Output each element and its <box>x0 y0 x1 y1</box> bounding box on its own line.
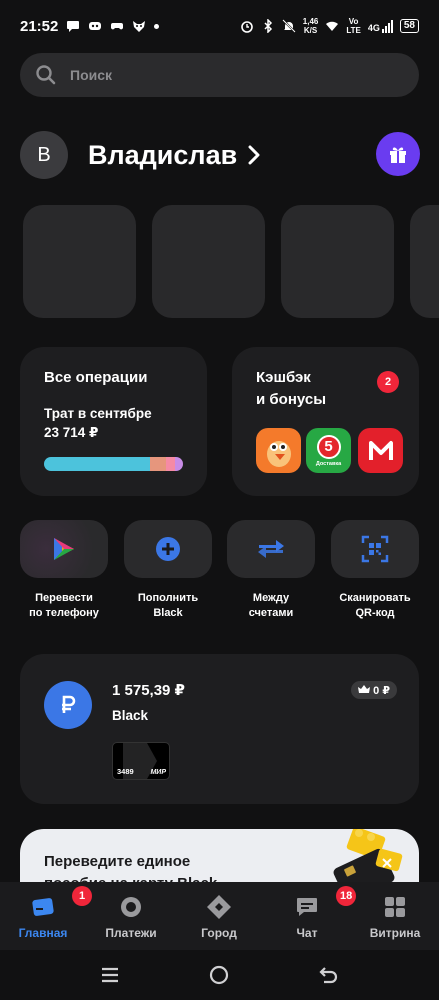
operations-title: Все операции <box>44 369 148 386</box>
profile-header: В Владислав <box>20 130 420 180</box>
profile-name-link[interactable]: Владислав <box>88 140 261 171</box>
payments-icon <box>121 897 141 917</box>
mir-logo: МИР <box>150 769 166 776</box>
gift-button[interactable] <box>376 132 420 176</box>
bluetooth-icon <box>264 19 272 33</box>
tab-payments[interactable]: Платежи <box>91 894 171 940</box>
story-tile[interactable] <box>152 205 265 318</box>
operations-card[interactable]: Все операции Трат в сентябре 23 714 ₽ <box>20 347 207 496</box>
card-last-digits: 3489 <box>117 767 134 776</box>
cashback-title: Кэшбэк и бонусы <box>256 369 326 408</box>
bird-partner-logo[interactable] <box>256 428 301 473</box>
pyaterochka-logo[interactable]: 5 Доставка <box>306 428 351 473</box>
tab-label: Главная <box>18 926 68 940</box>
spending-label: Трат в сентябре <box>44 406 152 421</box>
search-bar[interactable] <box>20 53 419 97</box>
chevron-right-icon <box>248 145 260 165</box>
showcase-icon <box>385 897 405 917</box>
crown-icon <box>358 685 371 693</box>
spending-bar-segment <box>166 457 175 471</box>
spending-amount: 23 714 ₽ <box>44 425 99 440</box>
tab-home[interactable]: 1 Главная <box>3 886 92 940</box>
bank-card-thumbnail[interactable]: 3489 МИР <box>112 742 170 780</box>
menu-icon[interactable] <box>99 964 121 986</box>
tab-label: Платежи <box>105 926 157 940</box>
cashback-card[interactable]: Кэшбэк и бонусы 2 5 Доставка <box>232 347 419 496</box>
account-name: Black <box>112 708 149 723</box>
system-navigation-bar <box>0 950 439 1000</box>
spending-bar-segment <box>149 457 167 471</box>
between-accounts-button[interactable]: Между счетами <box>226 520 316 621</box>
quick-action-label: Сканировать QR-код <box>339 592 411 619</box>
gift-icon <box>390 147 406 163</box>
search-input[interactable] <box>70 67 370 83</box>
back-icon[interactable] <box>318 964 340 986</box>
quick-action-label: Между счетами <box>248 592 294 619</box>
tab-showcase[interactable]: Витрина <box>355 894 435 940</box>
transfer-by-phone-button[interactable]: Перевести по телефону <box>19 520 109 621</box>
volte-indicator: Vo LTE <box>346 17 361 35</box>
search-icon <box>36 65 56 85</box>
story-tile[interactable] <box>23 205 136 318</box>
home-circle-icon[interactable] <box>208 964 230 986</box>
ruble-icon <box>44 681 92 729</box>
magnit-logo[interactable] <box>358 428 403 473</box>
spending-bar-segment <box>44 457 150 471</box>
dot-icon <box>154 23 160 29</box>
story-tile[interactable] <box>410 205 439 318</box>
fox-icon <box>133 21 146 32</box>
stories-carousel[interactable] <box>23 205 439 318</box>
wifi-icon <box>326 21 339 31</box>
quick-action-label: Перевести по телефону <box>29 592 99 619</box>
mute-bell-icon <box>282 19 296 33</box>
scan-qr-button[interactable]: Сканировать QR-код <box>330 520 420 621</box>
black-account-card[interactable]: 1 575,39 ₽ Black 0 ₽ 3489 МИР <box>20 654 419 804</box>
bottom-navigation: 1 Главная Платежи Город 18 Чат Витрина <box>0 882 439 950</box>
tab-chat[interactable]: 18 Чат <box>267 886 357 940</box>
battery-indicator: 58 <box>399 19 419 33</box>
account-balance: 1 575,39 ₽ <box>112 682 185 699</box>
transfer-arrows-icon <box>258 540 284 558</box>
qr-scan-icon <box>361 535 389 563</box>
alarm-icon <box>240 21 253 33</box>
top-up-black-button[interactable]: Пополнить Black <box>123 520 213 621</box>
avatar[interactable]: В <box>20 131 68 179</box>
message-icon <box>67 21 80 32</box>
chat-badge: 18 <box>336 886 357 906</box>
home-card-icon <box>32 898 54 916</box>
discord-icon <box>89 22 102 30</box>
chat-icon <box>297 898 317 916</box>
city-icon <box>207 895 231 919</box>
net-speed: 1,46 K/S <box>302 17 319 35</box>
tab-city[interactable]: Город <box>179 894 259 940</box>
home-badge: 1 <box>72 886 92 906</box>
status-bar: 21:52 1,46 K/S Vo LTE 4G 58 <box>0 0 439 52</box>
plus-circle-icon <box>156 537 180 561</box>
clock: 21:52 <box>20 17 59 35</box>
sbp-icon <box>54 538 74 560</box>
spending-bar <box>44 457 183 471</box>
signal-icon: 4G <box>368 19 393 33</box>
cashback-pill: 0 ₽ <box>351 681 397 699</box>
tab-label: Чат <box>296 926 318 940</box>
cashback-badge: 2 <box>377 371 399 393</box>
story-tile[interactable] <box>281 205 394 318</box>
tab-label: Витрина <box>369 926 421 940</box>
profile-name: Владислав <box>88 139 238 170</box>
gamepad-icon <box>111 23 124 30</box>
quick-action-label: Пополнить Black <box>137 592 199 619</box>
spending-bar-segment <box>174 457 183 471</box>
tab-label: Город <box>201 926 237 940</box>
